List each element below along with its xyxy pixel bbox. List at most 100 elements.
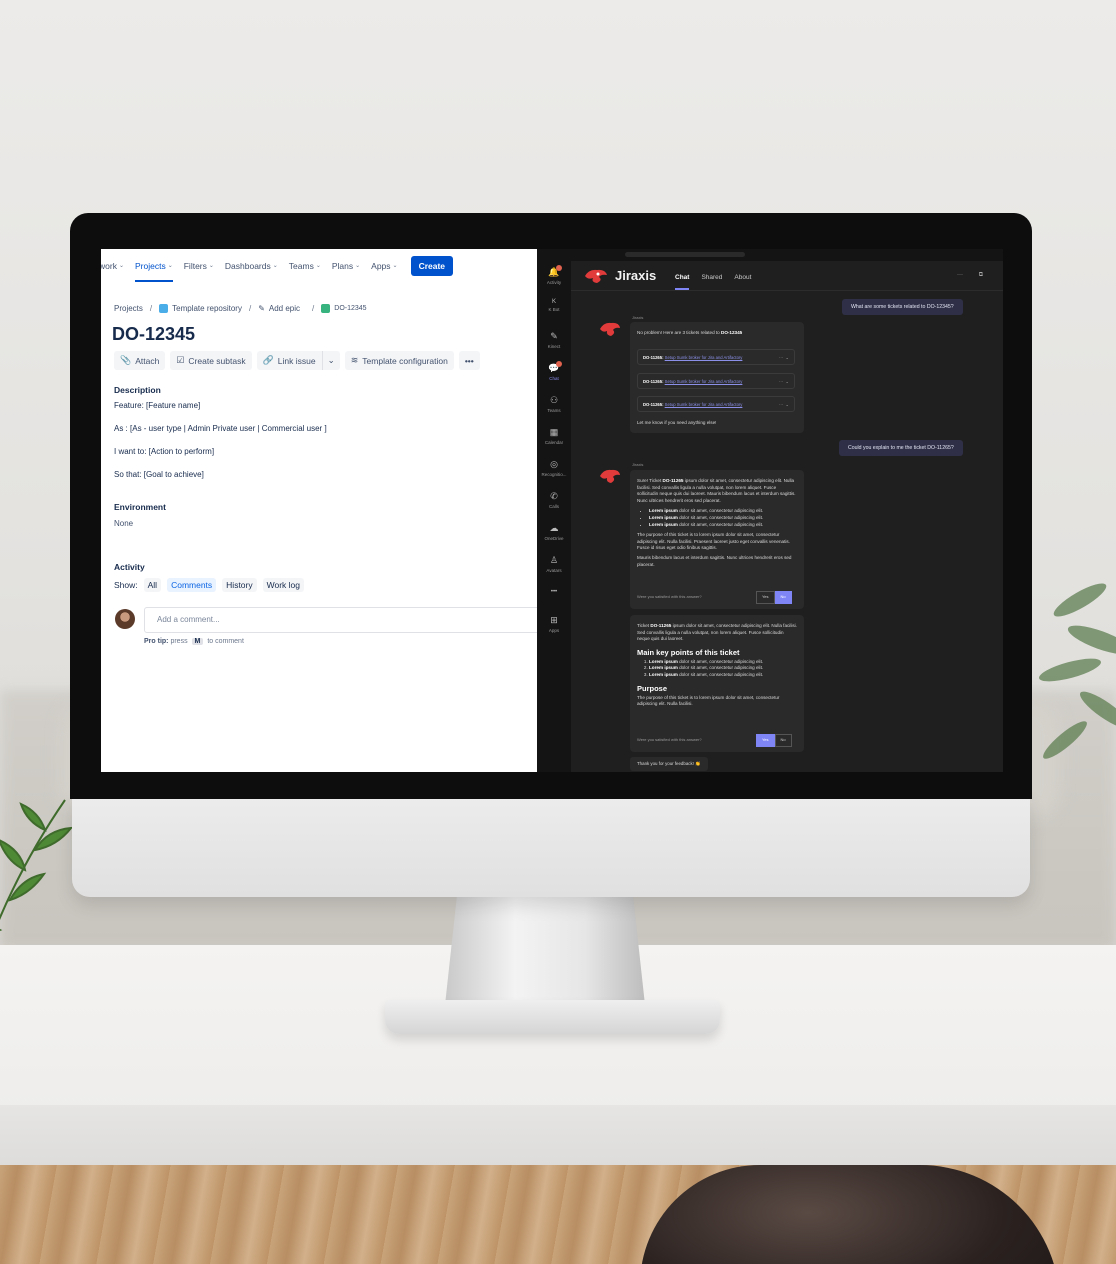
- reply-paragraph: The purpose of this ticket is to lorem i…: [637, 532, 790, 551]
- feedback-buttons: Yes No: [756, 734, 792, 747]
- search-bar[interactable]: [625, 252, 745, 257]
- ticket-row[interactable]: DO-11265: Setup Sumk broker for Jira and…: [637, 349, 795, 365]
- filter-all[interactable]: All: [143, 578, 162, 592]
- list-item: Lorem ipsum dolor sit amet, consectetur …: [649, 515, 797, 522]
- rail-item-apps[interactable]: ⊞ Apps: [537, 615, 571, 633]
- cloud-icon: ☁: [549, 523, 559, 533]
- more-actions-button[interactable]: •••: [458, 351, 480, 370]
- link-issue-dropdown[interactable]: ⌄: [321, 351, 340, 370]
- monitor-stand-neck: [445, 895, 645, 1005]
- ticket-row[interactable]: DO-11265: Setup Sumk broker for Jira and…: [637, 396, 795, 412]
- rail-item-onedrive[interactable]: ☁ OneDrive: [537, 523, 571, 541]
- repository-icon: [159, 304, 169, 313]
- nav-projects[interactable]: Projects ⌄: [134, 261, 173, 282]
- rail-item-calendar[interactable]: ▦ Calendar: [537, 427, 571, 445]
- rail-item-more[interactable]: •••: [537, 589, 571, 595]
- rail-item-calls[interactable]: ✆ Calls: [537, 491, 571, 509]
- link-icon: 🔗: [262, 355, 274, 365]
- chevron-down-icon: ··· ⌄: [778, 379, 789, 384]
- jira-top-nav: work ⌄ Projects ⌄ Filters ⌄ Dashboards ⌄ Tea…: [101, 249, 537, 282]
- description-heading: Description: [114, 385, 161, 395]
- no-button[interactable]: No: [774, 591, 792, 604]
- desk-edge: [0, 1105, 1116, 1167]
- user-message: Could you explain to me the ticket DO-11…: [839, 440, 963, 456]
- comment-input[interactable]: Add a comment...: [144, 607, 537, 633]
- no-button[interactable]: No: [774, 734, 792, 747]
- avatar: [115, 609, 135, 629]
- more-icon: •••: [550, 589, 558, 595]
- purpose-text: The purpose of this ticket is to lorem i…: [637, 694, 780, 707]
- rail-item-teams[interactable]: ⚇ Teams: [537, 395, 571, 413]
- description-line: As : [As - user type | Admin Private use…: [114, 424, 327, 433]
- tab-about[interactable]: About: [734, 274, 751, 281]
- bot-reply-card: Sure! Ticket DO-11265 ipsum dolor sit am…: [630, 470, 804, 609]
- chevron-down-icon: ⌄: [315, 263, 321, 269]
- bot-reply-card: No problem! Here are 3 tickets related t…: [630, 322, 804, 433]
- description-line: Feature: [Feature name]: [114, 401, 201, 410]
- nav-plans[interactable]: Plans ⌄: [332, 261, 360, 271]
- activity-filters: Show: All Comments History Work log: [114, 578, 305, 592]
- ticket-row[interactable]: DO-11265: Setup Sumk broker for Jira and…: [637, 373, 795, 389]
- more-options-icon[interactable]: ···: [957, 272, 963, 278]
- breadcrumb: Projects / Template repository / ✎ Add e…: [114, 304, 367, 313]
- section-heading: Purpose: [637, 683, 668, 693]
- filter-comments[interactable]: Comments: [167, 578, 217, 592]
- monitor-screen: work ⌄ Projects ⌄ Filters ⌄ Dashboards ⌄ Tea…: [101, 249, 1003, 772]
- filter-history[interactable]: History: [222, 578, 257, 592]
- kinect-icon: ✎: [550, 331, 558, 341]
- ticket-link[interactable]: Setup Sumk broker for Jira and Artifacto…: [665, 402, 743, 407]
- monitor-stand-base: [385, 1000, 720, 1034]
- environment-value: None: [114, 519, 134, 528]
- yes-button[interactable]: Yes: [756, 734, 775, 747]
- nav-teams[interactable]: Teams ⌄: [289, 261, 321, 271]
- popout-icon[interactable]: ⧉: [979, 272, 983, 278]
- link-issue-button[interactable]: 🔗 Link issue: [256, 351, 322, 370]
- story-icon: [321, 304, 331, 313]
- rail-item-avatars[interactable]: ♙ Avatars: [537, 555, 571, 573]
- description-line: I want to: [Action to perform]: [114, 447, 215, 456]
- satisfaction-prompt: Were you satisfied with this answer?: [637, 594, 702, 599]
- list-item: Lorem ipsum dolor sit amet, consectetur …: [649, 659, 797, 666]
- rail-item-chat[interactable]: 💬 Chat: [537, 363, 571, 381]
- apps-icon: ⊞: [550, 615, 558, 625]
- rail-item-activity[interactable]: 🔔 Activity: [537, 267, 571, 285]
- breadcrumb-issue[interactable]: DO-12345: [334, 305, 366, 312]
- nav-filters[interactable]: Filters ⌄: [184, 261, 214, 271]
- breadcrumb-add-epic[interactable]: Add epic: [269, 304, 300, 313]
- paperclip-icon: 📎: [120, 355, 132, 365]
- jira-issue-view: work ⌄ Projects ⌄ Filters ⌄ Dashboards ⌄ Tea…: [101, 249, 537, 772]
- attach-button[interactable]: 📎 Attach: [114, 351, 166, 370]
- rail-item-recognition[interactable]: ◎ Recognitio...: [537, 459, 571, 477]
- chat-icon: 💬: [548, 363, 560, 373]
- list-item: Lorem ipsum dolor sit amet, consectetur …: [649, 665, 797, 672]
- chat-header: Jiraxis Chat Shared About ··· ⧉: [571, 261, 1003, 291]
- nav-apps[interactable]: Apps ⌄: [371, 261, 397, 271]
- ticket-link[interactable]: Setup Sumk broker for Jira and Artifacto…: [665, 355, 743, 360]
- user-message: What are some tickets related to DO-1234…: [842, 299, 963, 315]
- list-item: Lorem ipsum dolor sit amet, consectetur …: [649, 672, 797, 679]
- notification-badge: [556, 361, 562, 367]
- notification-badge: [556, 265, 562, 271]
- rail-item-k-bot[interactable]: KK Bot: [537, 299, 571, 312]
- keyboard-key: M: [191, 638, 204, 645]
- feedback-buttons: Yes No: [756, 591, 792, 604]
- template-configuration-button[interactable]: ≋ Template configuration: [344, 351, 454, 370]
- tab-chat[interactable]: Chat: [675, 274, 690, 290]
- breadcrumb-template-repository[interactable]: Template repository: [172, 304, 242, 313]
- breadcrumb-projects[interactable]: Projects: [114, 304, 143, 313]
- yes-button[interactable]: Yes: [756, 591, 775, 604]
- bot-reply-card: Ticket DO-11265 ipsum dolor sit amet, co…: [630, 615, 804, 752]
- list-item: Lorem ipsum dolor sit amet, consectetur …: [649, 508, 797, 515]
- tab-shared[interactable]: Shared: [701, 274, 722, 281]
- layers-icon: ≋: [350, 355, 359, 365]
- nav-your-work[interactable]: work ⌄: [101, 261, 124, 271]
- feedback-thanks-message: Thank you for your feedback! 👏: [630, 757, 708, 771]
- create-subtask-button[interactable]: ☑ Create subtask: [170, 351, 252, 370]
- create-button[interactable]: Create: [410, 255, 454, 276]
- filter-work-log[interactable]: Work log: [262, 578, 305, 592]
- ticket-link[interactable]: Setup Sumk broker for Jira and Artifacto…: [665, 379, 743, 384]
- rail-item-kinect[interactable]: ✎ Kinect: [537, 331, 571, 349]
- nav-dashboards[interactable]: Dashboards ⌄: [225, 261, 278, 271]
- chevron-down-icon: ··· ⌄: [778, 402, 789, 407]
- chevron-down-icon: ⌄: [118, 263, 124, 269]
